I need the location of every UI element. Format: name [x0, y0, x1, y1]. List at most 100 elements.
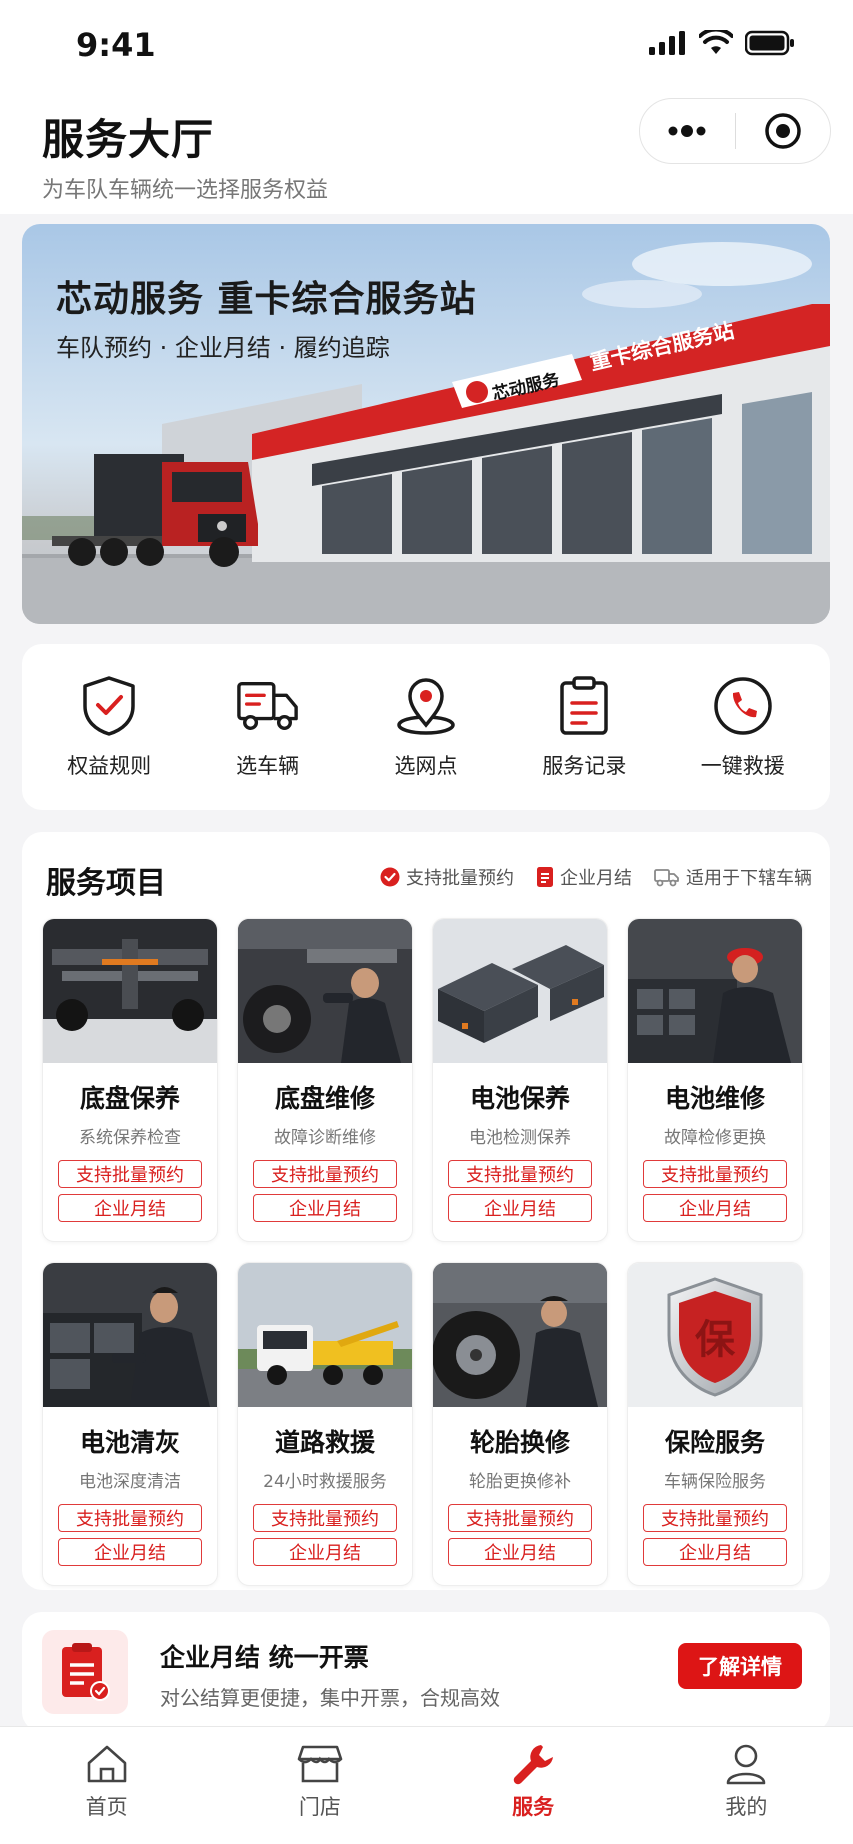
quick-action-rescue[interactable]: 一键救援 [668, 674, 818, 780]
service-desc: 系统保养检查 [79, 1128, 181, 1148]
clipboard-icon [552, 674, 616, 738]
service-battery-cleaning[interactable]: 电池清灰 电池深度清洁 支持批量预约 企业月结 [42, 1262, 218, 1586]
service-desc: 故障诊断维修 [274, 1128, 376, 1148]
map-pin-icon [394, 674, 458, 738]
quick-action-label: 选车辆 [236, 754, 300, 778]
service-name: 保险服务 [664, 1428, 765, 1457]
service-name: 底盘保养 [79, 1084, 180, 1113]
tab-profile[interactable]: 我的 [640, 1727, 853, 1844]
service-chassis-repair[interactable]: 底盘维修 故障诊断维修 支持批量预约 企业月结 [237, 918, 413, 1242]
quick-action-select-outlet[interactable]: 选网点 [351, 674, 501, 780]
quick-action-service-records[interactable]: 服务记录 [509, 674, 659, 780]
tab-store[interactable]: 门店 [213, 1727, 426, 1844]
page-title: 服务大厅 [42, 115, 215, 164]
invoice-icon [42, 1630, 128, 1714]
services-card: 服务项目 支持批量预约 企业月结 适用于下辖车辆 底盘保养 系统保养检查 支持批… [22, 832, 830, 1590]
legend-batch-booking: 支持批量预约 [380, 864, 514, 890]
batch-booking-badge: 支持批量预约 [448, 1504, 592, 1532]
status-bar: 9:41 [0, 0, 853, 96]
tab-label: 服务 [512, 1795, 555, 1819]
service-tire-repair[interactable]: 轮胎换修 轮胎更换修补 支持批量预约 企业月结 [432, 1262, 608, 1586]
legend-fleet-vehicles: 适用于下辖车辆 [654, 864, 812, 890]
battery-repair-photo [628, 919, 802, 1063]
service-desc: 电池深度清洁 [79, 1472, 181, 1492]
target-circle-icon [764, 113, 801, 149]
service-name: 轮胎换修 [469, 1428, 570, 1457]
insurance-photo: 保 [628, 1263, 802, 1407]
batch-booking-badge: 支持批量预约 [58, 1504, 202, 1532]
banner-title: 芯动服务 重卡综合服务站 [56, 279, 477, 320]
quick-action-select-vehicle[interactable]: 选车辆 [193, 674, 343, 780]
service-desc: 车辆保险服务 [664, 1472, 766, 1492]
service-chassis-maintenance[interactable]: 底盘保养 系统保养检查 支持批量预约 企业月结 [42, 918, 218, 1242]
truck-outline-icon [654, 869, 679, 887]
phone-icon [711, 674, 775, 738]
shield-check-icon [77, 674, 141, 738]
battery-cleaning-photo [43, 1263, 217, 1407]
legend-monthly-settlement: 企业月结 [536, 864, 632, 890]
more-dots-icon [668, 125, 706, 137]
close-mini-program-button[interactable] [735, 98, 830, 164]
monthly-settlement-badge: 企业月结 [448, 1538, 592, 1566]
legend-label: 支持批量预约 [406, 868, 514, 889]
store-icon [297, 1745, 343, 1783]
quick-action-label: 选网点 [394, 754, 458, 778]
header: 服务大厅 为车队车辆统一选择服务权益 [0, 96, 853, 214]
page-subtitle: 为车队车辆统一选择服务权益 [42, 178, 329, 203]
bottom-tab-bar: 首页 门店 服务 我的 [0, 1726, 853, 1844]
service-name: 道路救援 [274, 1428, 375, 1457]
home-icon [87, 1745, 126, 1783]
service-desc: 轮胎更换修补 [469, 1472, 571, 1492]
more-button[interactable] [640, 98, 735, 164]
service-name: 电池清灰 [79, 1428, 180, 1457]
quick-action-label: 权益规则 [67, 754, 152, 778]
promo-desc: 对公结算更便捷，集中开票，合规高效 [160, 1686, 500, 1710]
status-icons [649, 30, 795, 56]
batch-booking-badge: 支持批量预约 [58, 1160, 202, 1188]
mini-program-capsule [639, 98, 831, 164]
batch-booking-badge: 支持批量预约 [643, 1504, 787, 1532]
services-legend: 支持批量预约 企业月结 适用于下辖车辆 [380, 864, 812, 890]
service-name: 电池维修 [664, 1084, 765, 1113]
wrench-icon [513, 1745, 554, 1785]
monthly-settlement-badge: 企业月结 [253, 1194, 397, 1222]
service-desc: 24小时救援服务 [263, 1472, 387, 1492]
truck-icon [236, 674, 300, 738]
tab-label: 我的 [725, 1795, 768, 1819]
monthly-settlement-badge: 企业月结 [253, 1538, 397, 1566]
tab-home[interactable]: 首页 [0, 1727, 213, 1844]
batch-booking-badge: 支持批量预约 [643, 1160, 787, 1188]
service-grid: 底盘保养 系统保养检查 支持批量预约 企业月结 底盘维修 故障诊断维修 支持批量 [42, 918, 812, 1586]
monthly-settlement-badge: 企业月结 [58, 1538, 202, 1566]
battery-maintenance-photo [433, 919, 607, 1063]
chassis-repair-photo [238, 919, 412, 1063]
tab-label: 首页 [85, 1795, 128, 1819]
batch-booking-badge: 支持批量预约 [448, 1160, 592, 1188]
check-circle-icon [380, 867, 400, 887]
service-battery-repair[interactable]: 电池维修 故障检修更换 支持批量预约 企业月结 [627, 918, 803, 1242]
service-insurance[interactable]: 保 保险服务 车辆保险服务 支持批量预约 企业月结 [627, 1262, 803, 1586]
service-battery-maintenance[interactable]: 电池保养 电池检测保养 支持批量预约 企业月结 [432, 918, 608, 1242]
tab-service[interactable]: 服务 [427, 1727, 640, 1844]
status-time: 9:41 [76, 26, 156, 64]
learn-more-button[interactable]: 了解详情 [678, 1643, 802, 1689]
legend-label: 适用于下辖车辆 [686, 868, 812, 889]
monthly-settlement-badge: 企业月结 [643, 1538, 787, 1566]
service-name: 电池保养 [469, 1084, 570, 1113]
tire-repair-photo [433, 1263, 607, 1407]
quick-action-benefit-rules[interactable]: 权益规则 [34, 674, 184, 780]
hero-banner[interactable]: 芯动服务 重卡综合服务站 芯动服务 重卡综合服务站 车队预约 · 企业月结 · … [22, 224, 830, 624]
service-road-rescue[interactable]: 道路救援 24小时救援服务 支持批量预约 企业月结 [237, 1262, 413, 1586]
service-desc: 故障检修更换 [664, 1128, 766, 1148]
monthly-settlement-badge: 企业月结 [643, 1194, 787, 1222]
monthly-settlement-badge: 企业月结 [58, 1194, 202, 1222]
road-rescue-photo [238, 1263, 412, 1407]
batch-booking-badge: 支持批量预约 [253, 1160, 397, 1188]
tab-label: 门店 [298, 1795, 341, 1819]
services-title: 服务项目 [46, 866, 166, 901]
insurance-glyph: 保 [695, 1317, 736, 1363]
wifi-icon [699, 30, 733, 54]
chassis-maintenance-photo [43, 919, 217, 1063]
batch-booking-badge: 支持批量预约 [253, 1504, 397, 1532]
service-desc: 电池检测保养 [469, 1128, 571, 1148]
